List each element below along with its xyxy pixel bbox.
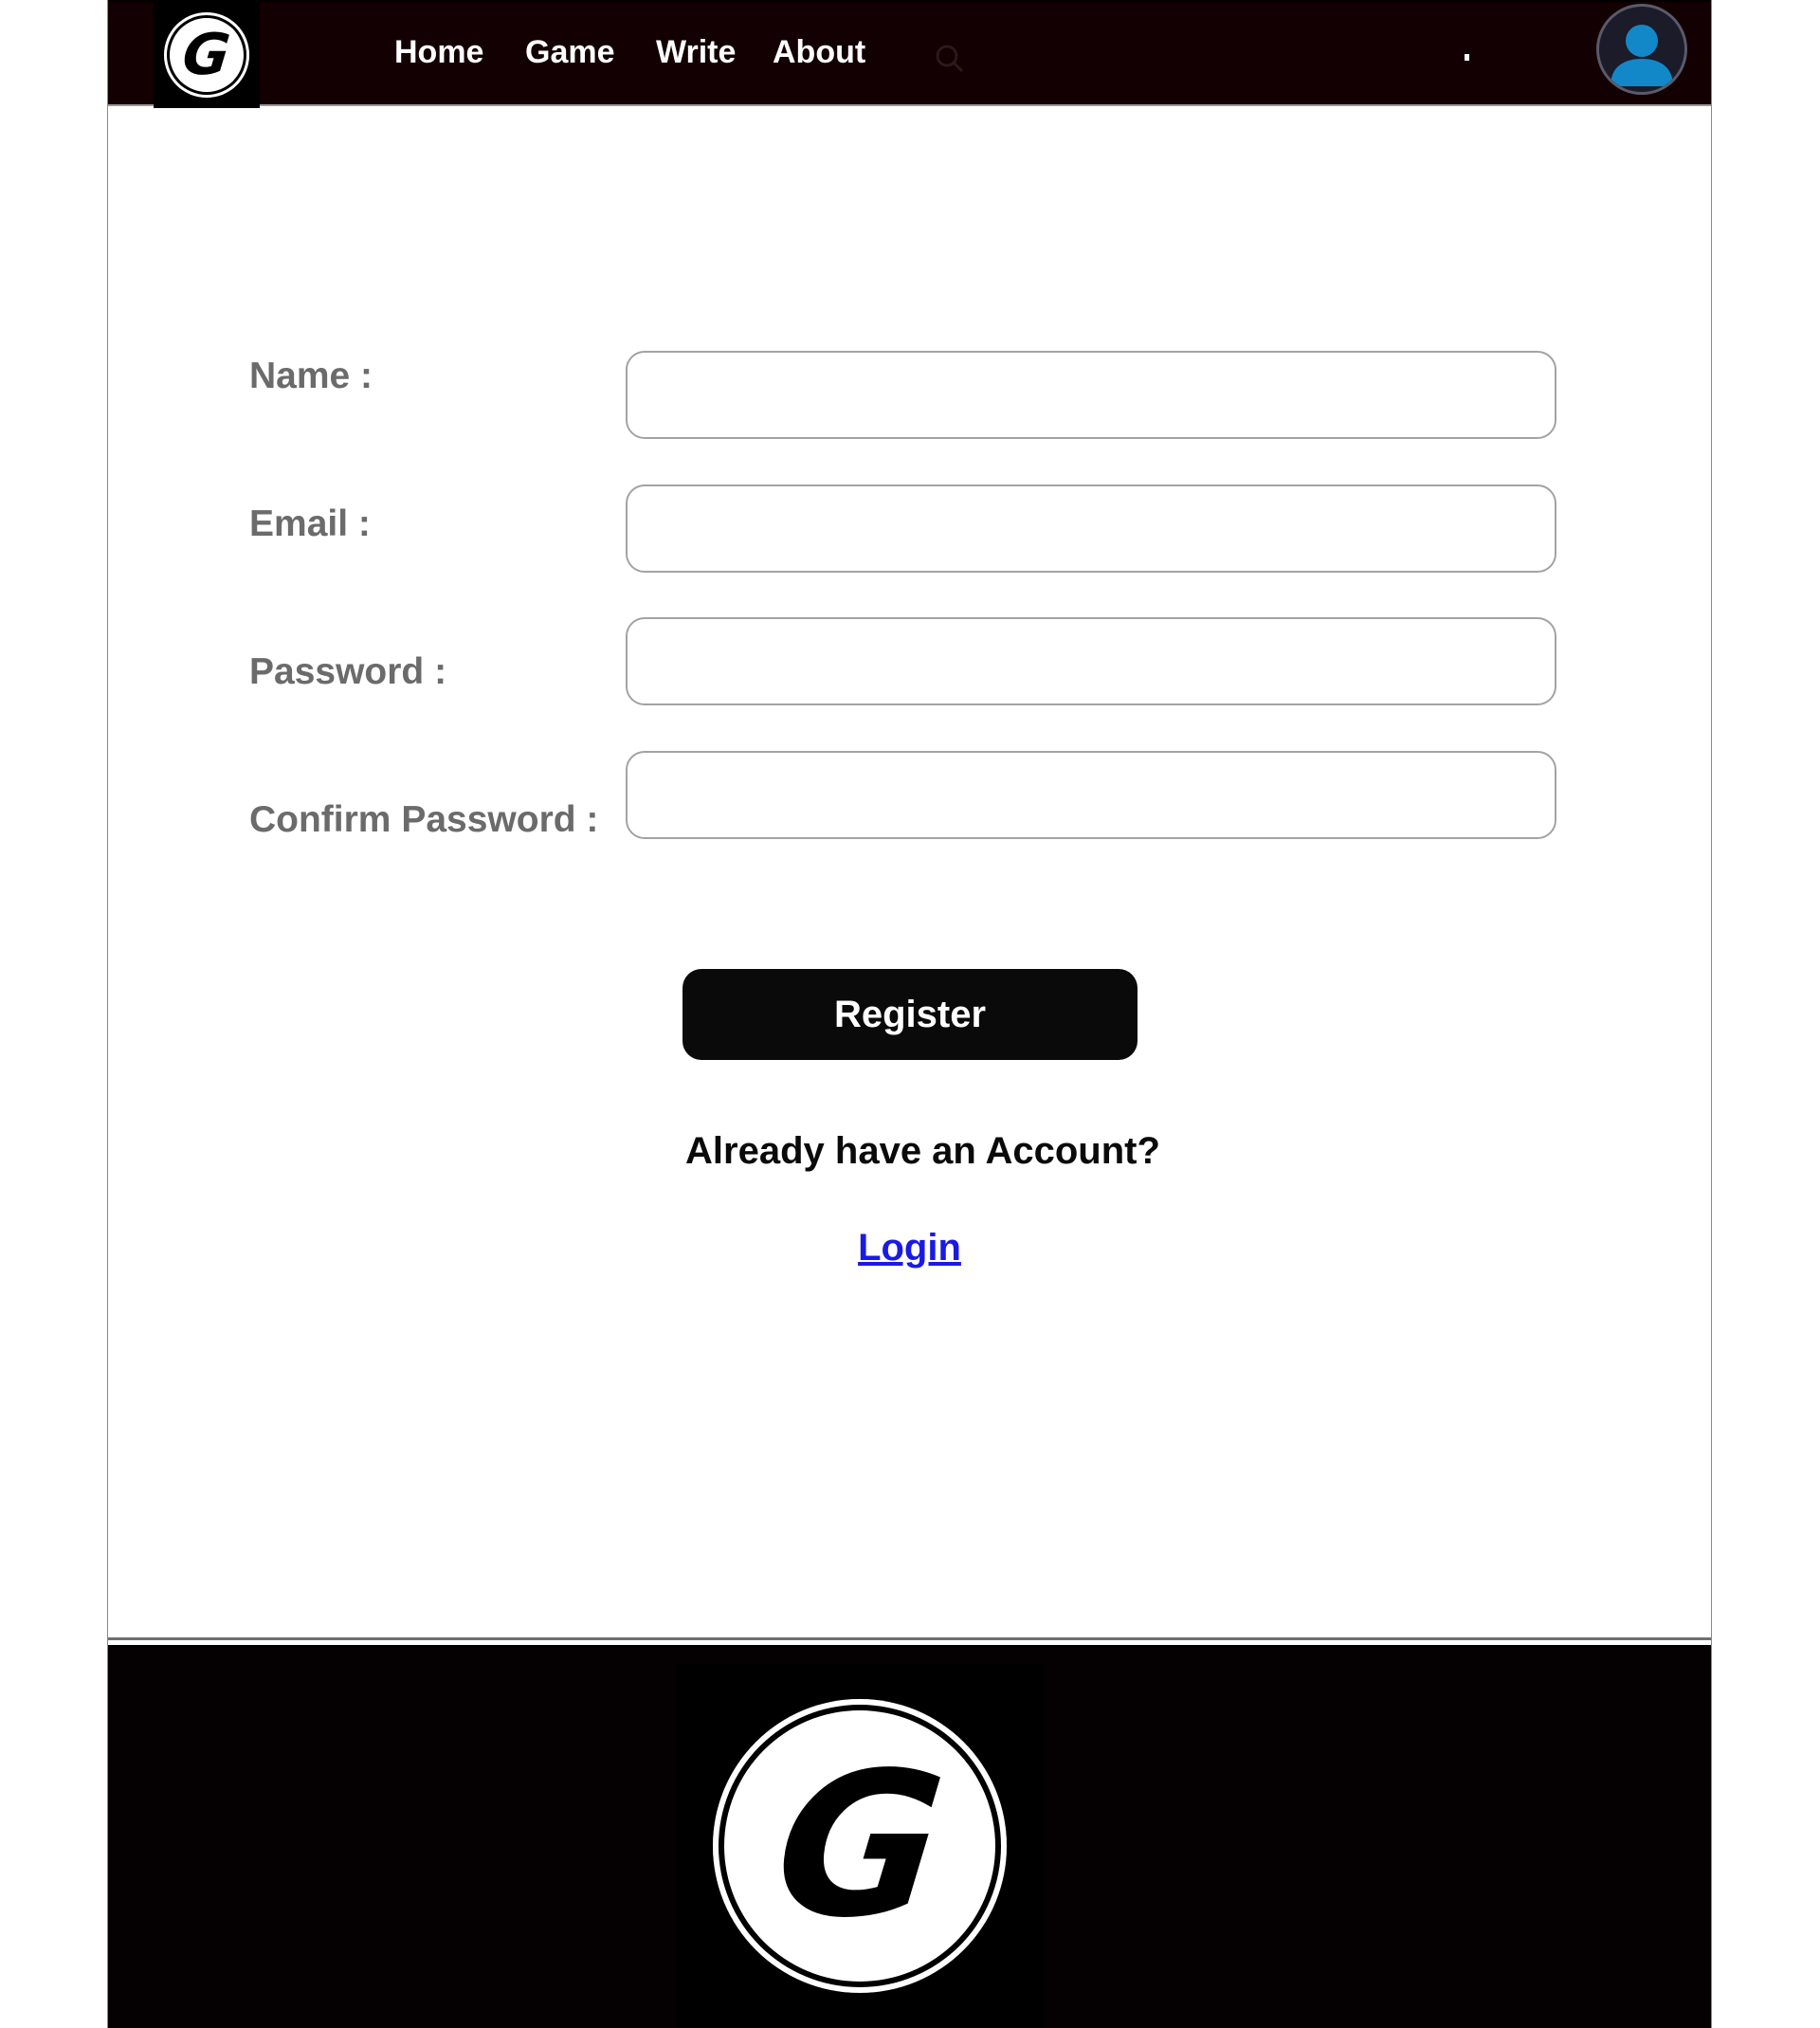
email-label: Email : xyxy=(249,503,371,544)
password-field[interactable] xyxy=(626,617,1556,705)
confirm-password-field[interactable] xyxy=(626,751,1556,839)
email-field[interactable] xyxy=(626,484,1556,573)
nav-write[interactable]: Write xyxy=(656,28,736,76)
footer-logo-circle: G xyxy=(713,1699,1007,1993)
nav-game[interactable]: Game xyxy=(525,28,615,76)
nav-about[interactable]: About xyxy=(773,28,865,76)
separator-dot xyxy=(1465,54,1469,61)
register-button[interactable]: Register xyxy=(682,969,1138,1060)
top-nav-bar: G Home Game Write About xyxy=(108,0,1711,108)
search-icon[interactable] xyxy=(933,42,967,76)
footer: G xyxy=(108,1645,1711,2028)
main-nav: Home Game Write About xyxy=(108,28,1711,76)
login-link-container: Login xyxy=(108,1227,1711,1270)
footer-logo: G xyxy=(677,1664,1043,2028)
footer-divider xyxy=(108,1637,1711,1640)
page: G Home Game Write About Name : Email: P… xyxy=(107,0,1712,2028)
nav-home[interactable]: Home xyxy=(394,28,483,76)
user-avatar-icon[interactable] xyxy=(1599,7,1684,92)
already-have-account-text: Already have an Account? xyxy=(685,1130,1160,1172)
confirm-password-label: Confirm Password : xyxy=(249,799,599,840)
name-field[interactable] xyxy=(626,351,1556,439)
name-label: Name : xyxy=(249,356,373,396)
footer-logo-letter: G xyxy=(765,1729,955,1962)
password-label: Password : xyxy=(249,651,447,692)
login-link[interactable]: Login xyxy=(858,1227,961,1269)
